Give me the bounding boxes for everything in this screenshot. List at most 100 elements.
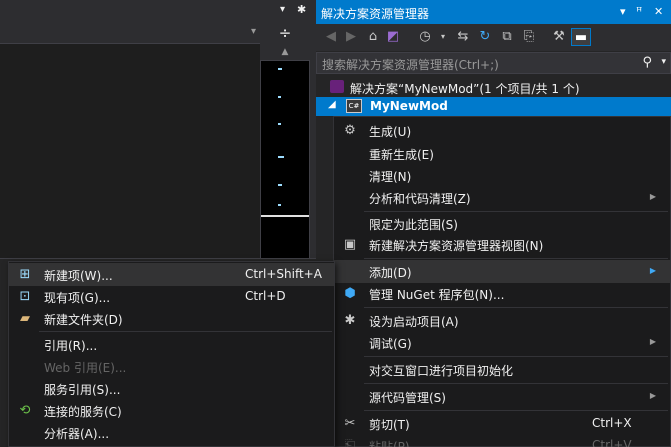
nuget-icon: ⬢	[344, 286, 356, 301]
sync-icon[interactable]: ⇆	[454, 28, 472, 46]
menu-item-existing-item[interactable]: ⊡ 现有项(G)... Ctrl+D	[9, 285, 334, 308]
menu-item-source-control[interactable]: 源代码管理(S) ▶	[334, 385, 670, 408]
solution-explorer-title-bar: 解决方案资源管理器 ▾ ꟸ ✕	[316, 0, 671, 24]
back-icon[interactable]: ◀	[322, 28, 340, 46]
menu-item-new-item[interactable]: ⊞ 新建项(W)... Ctrl+Shift+A	[9, 263, 334, 286]
menu-item-new-view[interactable]: ▣ 新建解决方案资源管理器视图(N)	[334, 233, 670, 256]
chevron-down-icon[interactable]: ▾	[620, 5, 626, 18]
menu-item-reference[interactable]: 引用(R)...	[9, 333, 334, 356]
menu-separator	[364, 258, 668, 259]
minimap-viewport-line	[261, 215, 309, 217]
history-icon[interactable]: ◷	[416, 28, 434, 46]
menu-item-label: 现有项(G)...	[44, 291, 111, 305]
menu-item-shortcut: Ctrl+Shift+A	[245, 267, 322, 281]
switch-views-icon[interactable]: ◩	[384, 28, 402, 46]
menu-item-label: 设为启动项目(A)	[369, 315, 459, 329]
menu-item-label: 新建解决方案资源管理器视图(N)	[369, 239, 544, 253]
build-icon: ⚙	[344, 123, 356, 138]
menu-item-connected-services[interactable]: ⟲ 连接的服务(C)	[9, 399, 334, 422]
csharp-project-icon: C#	[346, 99, 362, 113]
scrollbar-minimap[interactable]	[260, 60, 310, 260]
menu-item-build[interactable]: ⚙ 生成(U)	[334, 119, 670, 142]
editor-tab-strip	[0, 0, 313, 22]
wrench-icon[interactable]: ⚒	[550, 28, 568, 46]
menu-item-paste[interactable]: ⎗ 粘贴(P) Ctrl+V	[334, 434, 670, 447]
code-editor[interactable]	[0, 45, 260, 260]
menu-item-label: 剪切(T)	[369, 418, 410, 432]
minimap-mark	[278, 204, 281, 206]
menu-item-label: 清理(N)	[369, 170, 412, 184]
menu-item-scope[interactable]: 限定为此范围(S)	[334, 212, 670, 235]
menu-item-label: 连接的服务(C)	[44, 405, 122, 419]
preview-icon[interactable]: ▬	[571, 28, 591, 46]
submenu-arrow-icon: ▶	[649, 192, 656, 201]
folder-icon: ▰	[20, 311, 30, 326]
new-view-icon: ▣	[343, 237, 357, 252]
solution-icon	[330, 80, 344, 93]
menu-item-set-startup[interactable]: ✱ 设为启动项目(A)	[334, 309, 670, 332]
menu-separator	[364, 383, 668, 384]
submenu-arrow-icon: ▶	[649, 337, 656, 346]
menu-item-label: 源代码管理(S)	[369, 391, 446, 405]
menu-separator	[364, 410, 668, 411]
chevron-down-icon[interactable]: ▾	[661, 57, 666, 67]
forward-icon[interactable]: ▶	[342, 28, 360, 46]
menu-item-web-reference[interactable]: Web 引用(E)...	[9, 355, 334, 378]
search-placeholder: 搜索解决方案资源管理器(Ctrl+;)	[322, 58, 499, 72]
menu-item-label: 限定为此范围(S)	[369, 218, 458, 232]
minimap-mark	[278, 68, 282, 70]
tree-item-project[interactable]: ◢ C# MyNewMod	[316, 97, 671, 116]
gear-icon[interactable]: ✱	[297, 3, 309, 17]
menu-item-label: 粘贴(P)	[369, 440, 410, 447]
close-icon[interactable]: ✕	[654, 5, 663, 18]
menu-item-label: 对交互窗口进行项目初始化	[369, 364, 514, 378]
menu-item-label: 重新生成(E)	[369, 148, 434, 162]
menu-separator	[364, 356, 668, 357]
menu-item-debug[interactable]: 调试(G) ▶	[334, 331, 670, 354]
chevron-down-icon: ▾	[250, 26, 256, 37]
menu-item-shortcut: Ctrl+X	[592, 416, 632, 430]
navigation-dropdown[interactable]: ▾	[0, 22, 260, 44]
paste-icon: ⎗	[344, 438, 356, 447]
menu-item-label: 调试(G)	[369, 337, 412, 351]
connected-service-icon: ⟲	[19, 403, 31, 418]
menu-item-label: Web 引用(E)...	[44, 361, 127, 375]
menu-item-label: 服务引用(S)...	[44, 383, 121, 397]
menu-separator	[364, 307, 668, 308]
menu-item-interactive-init[interactable]: 对交互窗口进行项目初始化	[334, 358, 670, 381]
pin-icon[interactable]: ꟸ	[636, 5, 642, 18]
menu-item-service-reference[interactable]: 服务引用(S)...	[9, 377, 334, 400]
menu-item-rebuild[interactable]: 重新生成(E)	[334, 142, 670, 165]
chevron-down-icon[interactable]: ▾	[280, 3, 292, 17]
menu-item-label: 生成(U)	[369, 125, 412, 139]
menu-item-new-folder[interactable]: ▰ 新建文件夹(D)	[9, 307, 334, 330]
home-icon[interactable]: ⌂	[364, 28, 382, 46]
menu-item-label: 引用(R)...	[44, 339, 98, 353]
chevron-down-icon[interactable]: ▾	[434, 28, 452, 46]
menu-separator	[39, 331, 332, 332]
minimap-mark	[278, 156, 284, 158]
context-menu: ⚙ 生成(U) 重新生成(E) 清理(N) 分析和代码清理(Z) ▶ 限定为此范围(…	[333, 116, 671, 447]
minimap-mark	[278, 96, 281, 98]
menu-item-analyzer[interactable]: 分析器(A)...	[9, 421, 334, 444]
menu-item-cut[interactable]: ✂ 剪切(T) Ctrl+X	[334, 412, 670, 435]
menu-item-nuget[interactable]: ⬢ 管理 NuGet 程序包(N)...	[334, 282, 670, 305]
menu-item-label: 分析和代码清理(Z)	[369, 192, 471, 206]
menu-item-label: 分析器(A)...	[44, 427, 110, 441]
existing-item-icon: ⊡	[19, 289, 31, 304]
show-all-files-icon[interactable]: ⎘	[520, 28, 538, 46]
search-input[interactable]: 搜索解决方案资源管理器(Ctrl+;) ⚲ ▾	[316, 52, 671, 74]
solution-label: 解决方案“MyNewMod”(1 个项目/共 1 个)	[350, 82, 580, 96]
menu-item-add[interactable]: 添加(D) ▶	[334, 260, 670, 283]
scroll-up-button[interactable]: ▲	[260, 44, 310, 60]
search-icon[interactable]: ⚲	[642, 55, 652, 70]
menu-item-clean[interactable]: 清理(N)	[334, 164, 670, 187]
expand-arrow-icon[interactable]: ◢	[328, 99, 336, 110]
refresh-icon[interactable]: ↻	[476, 28, 494, 46]
add-submenu: ⊞ 新建项(W)... Ctrl+Shift+A ⊡ 现有项(G)... Ctrl+D …	[8, 261, 335, 447]
menu-item-analyze[interactable]: 分析和代码清理(Z) ▶	[334, 186, 670, 209]
collapse-all-icon[interactable]: ⧉	[498, 28, 516, 46]
tree-item-solution[interactable]: 解决方案“MyNewMod”(1 个项目/共 1 个)	[316, 78, 671, 97]
solution-explorer-toolbar: ◀ ▶ ⌂ ◩ ◷ ▾ ⇆ ↻ ⧉ ⎘ ⚒ ▬	[316, 24, 671, 51]
split-editor-button[interactable]: ÷	[260, 22, 310, 44]
